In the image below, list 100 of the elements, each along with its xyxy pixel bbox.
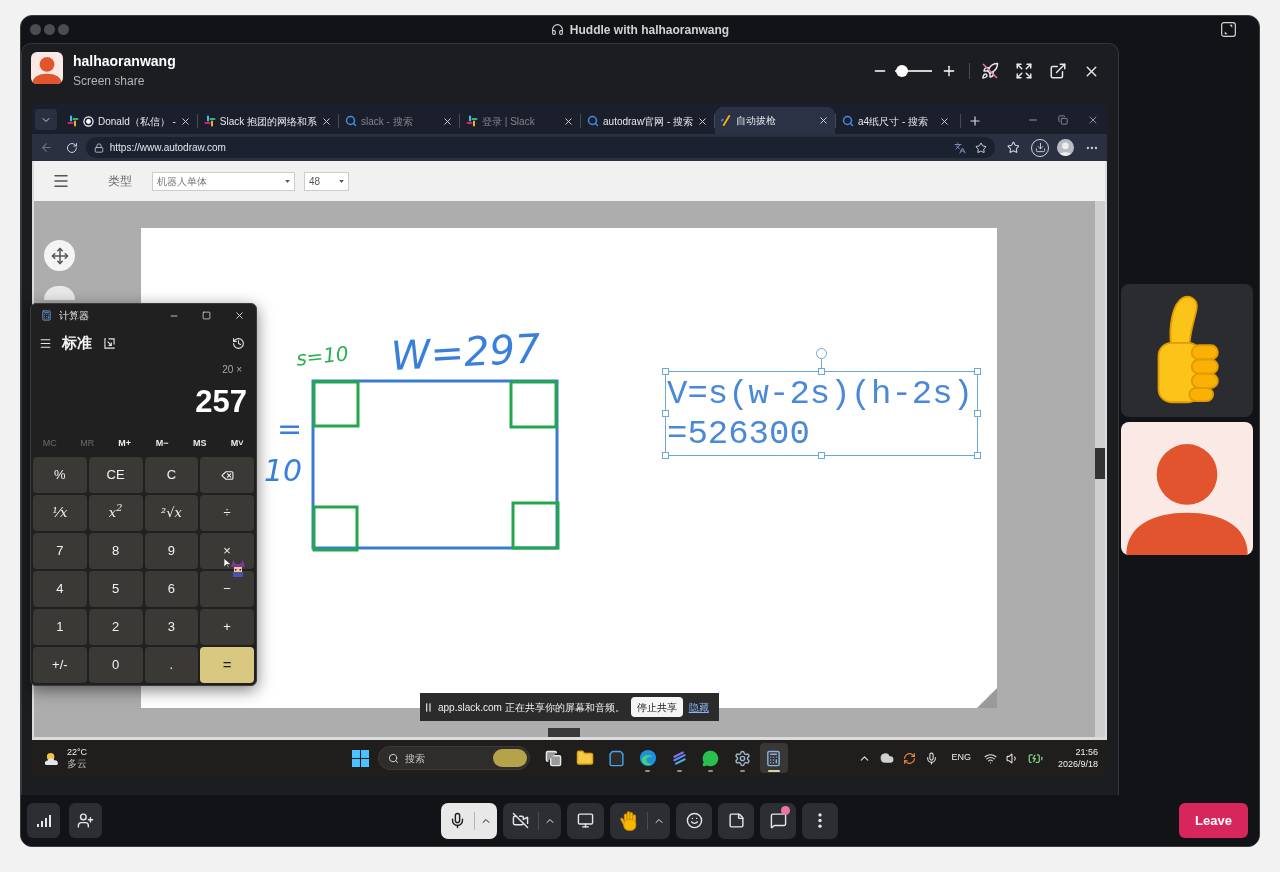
close-tab-button[interactable] [179, 115, 191, 127]
resize-handle[interactable] [818, 452, 825, 459]
scrollbar-thumb[interactable] [1095, 448, 1105, 479]
calculator-key[interactable]: +/- [33, 647, 87, 683]
note-button[interactable] [718, 802, 754, 839]
resize-handle[interactable] [818, 368, 825, 375]
expand-icon[interactable] [1015, 62, 1033, 80]
memory-button[interactable]: MS [181, 433, 219, 455]
memory-button[interactable]: M˅ [218, 433, 256, 455]
browser-tab[interactable]: autodraw官网 - 搜索 [581, 108, 715, 134]
zoom-in-button[interactable] [941, 63, 957, 79]
new-tab-button[interactable] [968, 114, 982, 128]
rocket-off-icon[interactable] [981, 62, 999, 80]
favorite-star-icon[interactable] [974, 141, 987, 154]
calculator-key[interactable]: 0 [88, 647, 143, 683]
screen-share-button[interactable] [567, 802, 604, 839]
move-tool-button[interactable] [44, 240, 75, 271]
calculator-key[interactable]: × [200, 533, 254, 569]
leave-button[interactable]: Leave [1179, 803, 1248, 838]
resize-handle[interactable] [974, 368, 981, 375]
calculator-key[interactable]: 4 [33, 571, 87, 607]
calculator-key[interactable]: 2 [88, 609, 143, 645]
calculator-key[interactable]: − [200, 571, 254, 607]
memory-button[interactable]: M− [143, 433, 181, 455]
horizontal-scrollbar-thumb[interactable] [548, 728, 580, 737]
resize-handle[interactable] [662, 452, 669, 459]
address-field[interactable]: https://www.autodraw.com [85, 137, 995, 158]
calculator-key[interactable]: ÷ [200, 495, 254, 531]
calculator-key[interactable]: CE [88, 457, 143, 493]
resize-handle[interactable] [974, 410, 981, 417]
sync-icon[interactable] [903, 751, 917, 765]
zoom-slider[interactable] [895, 65, 932, 77]
calculator-key[interactable]: 5 [88, 571, 143, 607]
profile-avatar-icon[interactable] [1057, 139, 1075, 156]
close-tab-button[interactable] [939, 115, 950, 127]
calculator-key[interactable]: x$^{2}$ [88, 495, 143, 531]
calculator-key[interactable]: 9 [144, 533, 199, 569]
equals-key[interactable]: = [200, 647, 254, 683]
slider-thumb[interactable] [896, 65, 909, 77]
microphone-icon[interactable] [925, 751, 939, 765]
tab-list-button[interactable] [35, 109, 57, 130]
menu-icon[interactable] [52, 172, 70, 190]
hide-link[interactable]: 隐藏 [688, 699, 709, 715]
reaction-button[interactable] [676, 802, 712, 839]
language-indicator[interactable]: ENG [951, 751, 971, 765]
back-button[interactable] [40, 141, 53, 154]
menu-icon[interactable] [39, 336, 52, 350]
stop-sharing-button[interactable]: 停止共享 [630, 697, 683, 717]
close-tab-button[interactable] [563, 115, 574, 127]
wifi-icon[interactable] [983, 751, 997, 765]
calculator-key[interactable]: 7 [33, 533, 87, 569]
drag-handle-icon[interactable] [426, 702, 431, 712]
picture-in-picture-icon[interactable] [1221, 22, 1236, 37]
resize-handle[interactable] [974, 452, 981, 459]
close-tab-button[interactable] [697, 115, 709, 127]
keep-on-top-icon[interactable] [104, 337, 115, 349]
close-tab-button[interactable] [442, 115, 454, 127]
calculator-key[interactable]: C [144, 457, 199, 493]
backspace-key[interactable] [200, 457, 254, 493]
rotate-handle[interactable] [816, 348, 827, 368]
calculator-key[interactable]: . [144, 647, 199, 683]
calculator-key[interactable]: 1 [33, 609, 87, 645]
resize-handle[interactable] [662, 410, 669, 417]
calculator-key[interactable]: ²√x [144, 495, 199, 531]
more-button[interactable] [802, 802, 838, 839]
size-select[interactable]: 48 [304, 171, 349, 191]
calculator-key[interactable]: 8 [88, 533, 143, 569]
calculator-key[interactable]: ⅟x [33, 495, 87, 531]
memory-button[interactable]: M+ [106, 433, 144, 455]
close-icon[interactable] [1087, 114, 1099, 126]
add-people-button[interactable] [69, 803, 102, 838]
translate-icon[interactable] [953, 141, 966, 154]
connection-button[interactable] [27, 803, 60, 838]
square-outline [509, 380, 558, 429]
close-tab-button[interactable] [321, 115, 333, 127]
browser-tab[interactable]: Slack 抱团的网络和系 [197, 108, 339, 134]
browser-tab[interactable]: slack - 搜索 [339, 108, 460, 134]
resize-handle[interactable] [662, 368, 669, 375]
taskbar-app-button[interactable] [759, 743, 788, 773]
font-select[interactable]: 机器人单体 [152, 171, 295, 191]
calculator-key[interactable]: 3 [144, 609, 199, 645]
history-icon[interactable] [232, 336, 245, 350]
browser-tab[interactable]: 登录 | Slack [460, 108, 580, 134]
calculator-key[interactable]: + [200, 609, 254, 645]
browser-tab[interactable]: a4纸尺寸 - 搜索 [836, 108, 956, 134]
pop-out-icon[interactable] [1049, 62, 1067, 80]
browser-tab[interactable]: 自动拔枪 [715, 107, 836, 134]
calculator-key[interactable]: 6 [144, 571, 199, 607]
favorites-icon[interactable] [1006, 141, 1020, 154]
calculator-key[interactable]: % [33, 457, 87, 493]
cloud-icon[interactable] [880, 751, 895, 765]
start-menu-icon[interactable] [352, 749, 369, 767]
restore-icon[interactable] [1058, 115, 1068, 125]
search-field[interactable]: 搜索 [378, 746, 530, 770]
chat-button[interactable] [760, 802, 796, 839]
vertical-scrollbar[interactable] [1095, 201, 1105, 737]
close-tab-button[interactable] [818, 115, 830, 126]
volume-icon[interactable] [1005, 751, 1019, 765]
browser-tab[interactable]: Donald（私信） - [61, 108, 197, 134]
reload-button[interactable] [65, 141, 78, 154]
